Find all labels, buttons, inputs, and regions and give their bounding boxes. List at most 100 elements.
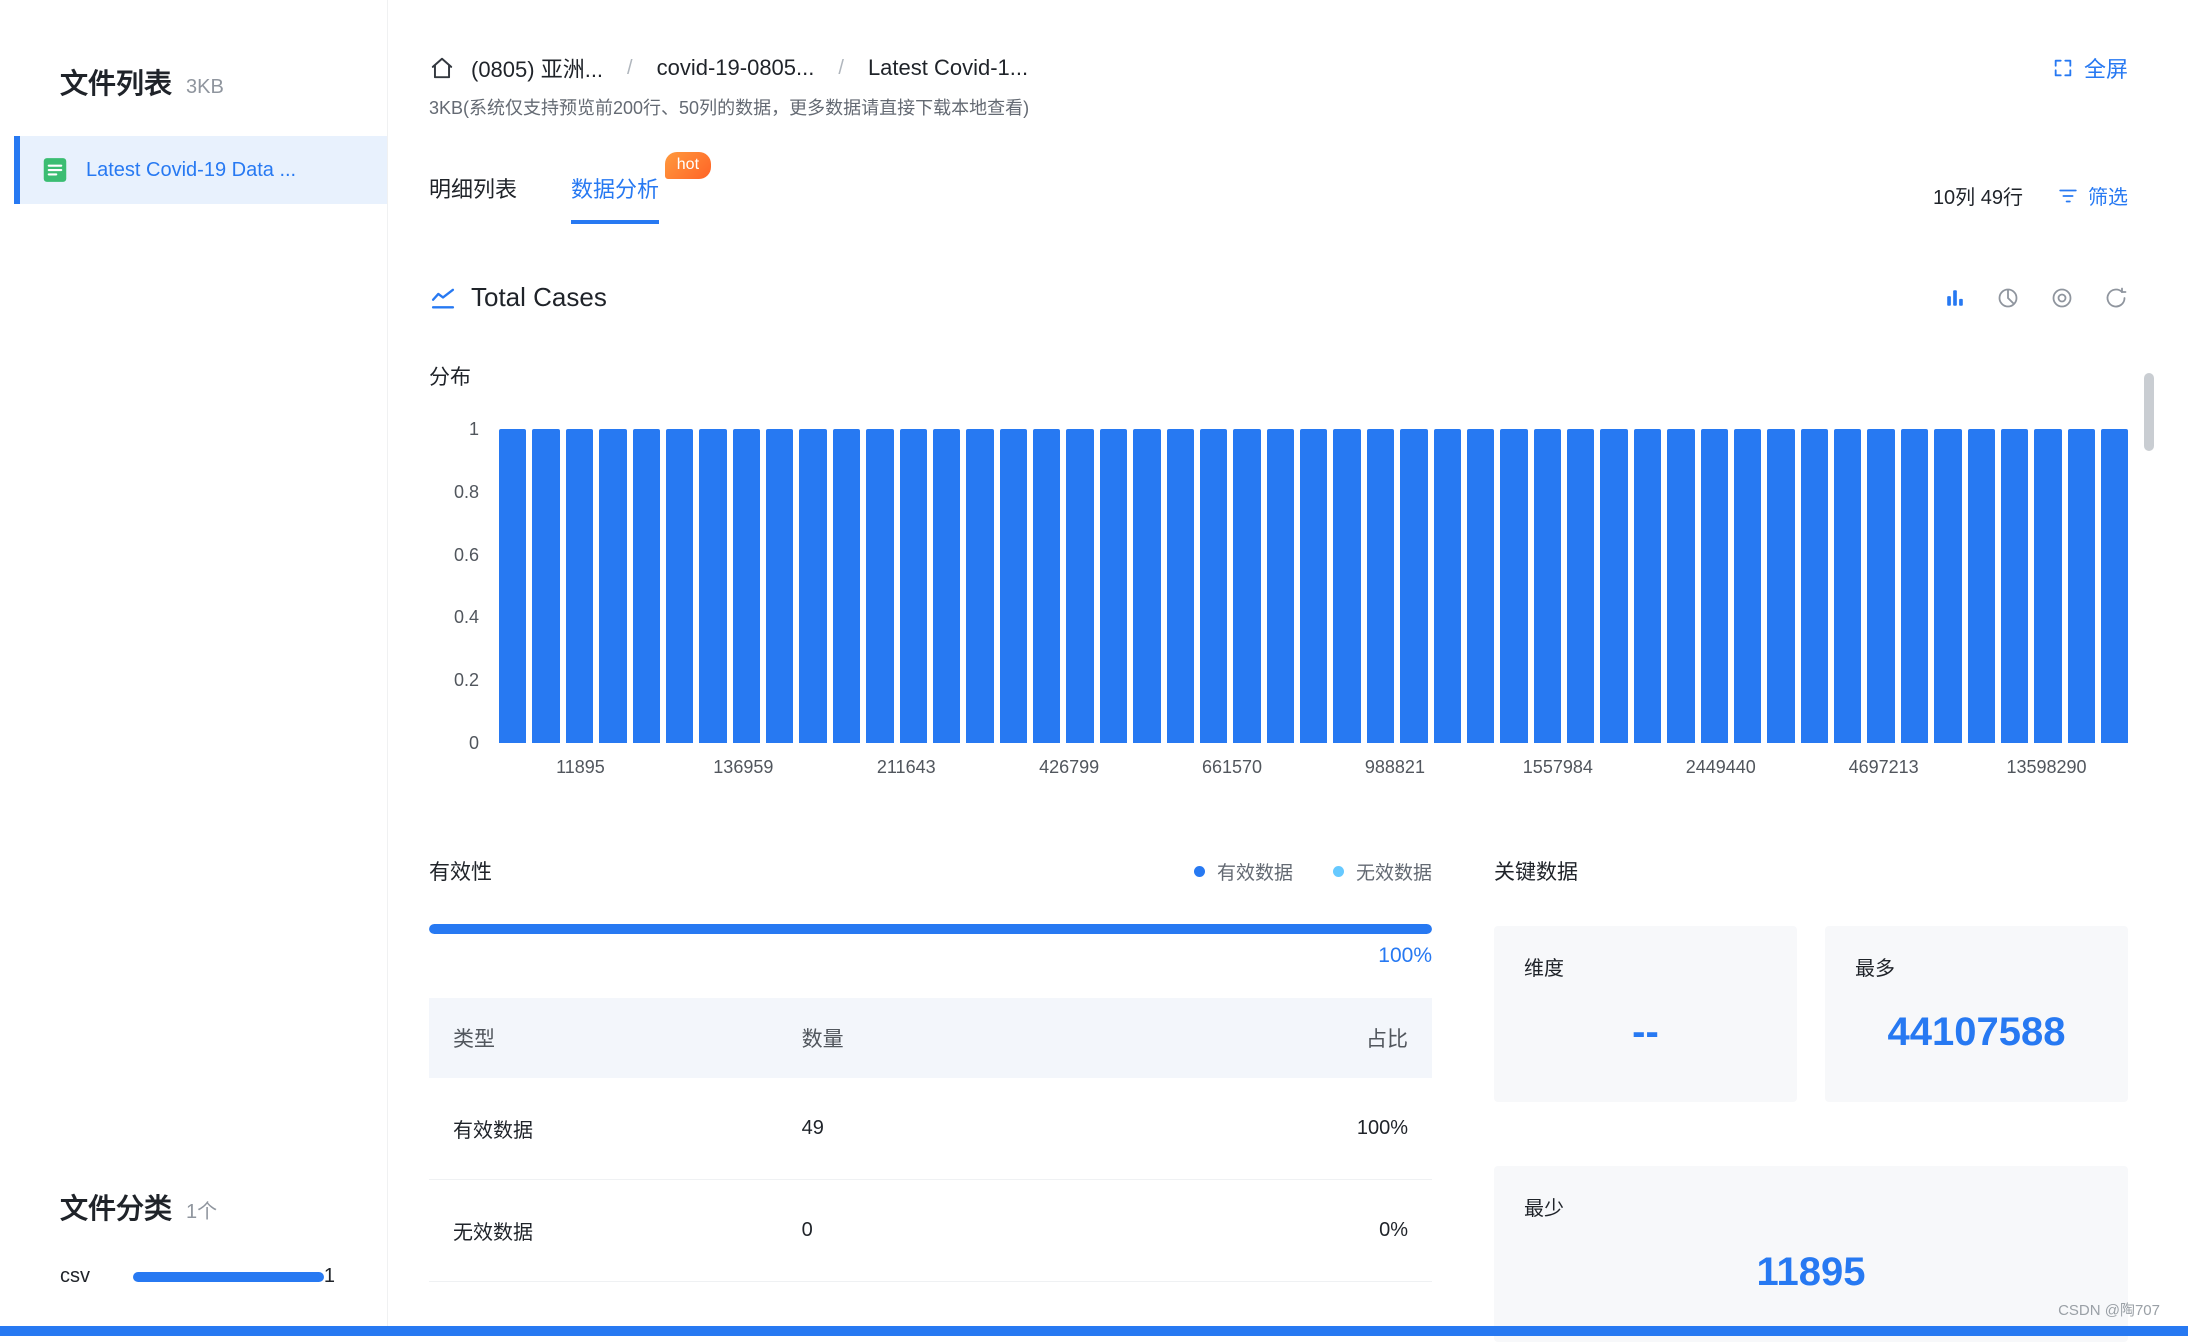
bar xyxy=(1733,429,1762,743)
bar xyxy=(932,429,961,743)
bar xyxy=(899,429,927,743)
col-percent: 占比 xyxy=(1365,1028,1408,1051)
x-tick-label: 1557984 xyxy=(1522,757,1593,777)
scrollbar-thumb[interactable] xyxy=(2144,373,2154,451)
donut-chart-type-icon[interactable] xyxy=(2050,286,2074,310)
breadcrumb: (0805) 亚洲... / covid-19-0805... / Latest… xyxy=(429,52,2128,84)
file-list-item-selected[interactable]: Latest Covid-19 Data ... xyxy=(14,136,387,204)
bar xyxy=(1934,429,1962,743)
bar xyxy=(999,429,1027,743)
watermark: CSDN @陶707 xyxy=(2058,1302,2160,1319)
file-category-header: 文件分类 1个 xyxy=(60,1187,335,1227)
bar xyxy=(499,429,527,743)
validity-progress-fill xyxy=(429,924,1432,934)
validity-progress-bar xyxy=(429,924,1432,934)
tab-detail-list[interactable]: 明细列表 xyxy=(429,172,517,224)
bar xyxy=(632,429,660,743)
bar xyxy=(1867,429,1895,743)
bar xyxy=(1900,429,1929,743)
x-tick-label: 988821 xyxy=(1364,757,1425,777)
x-tick-label: 136959 xyxy=(713,757,774,777)
rose-chart-type-icon[interactable] xyxy=(2104,286,2128,310)
min-value: 11895 xyxy=(1756,1250,1866,1294)
min-card: 最少 11895 xyxy=(1494,1166,2128,1342)
bar xyxy=(1333,429,1361,743)
table-dimensions-label: 10列 49行 xyxy=(1932,187,2023,209)
category-progress-bar xyxy=(133,1271,324,1282)
bottom-strip xyxy=(0,1326,2188,1336)
breadcrumb-item-file[interactable]: Latest Covid-1... xyxy=(868,55,1028,81)
category-row-csv[interactable]: csv 1 xyxy=(60,1265,335,1288)
pie-chart-type-icon[interactable] xyxy=(1996,286,2020,310)
x-tick-label: 4697213 xyxy=(1848,757,1919,777)
hot-badge: hot xyxy=(664,152,712,179)
category-file-count: 1 xyxy=(323,1265,335,1287)
bar xyxy=(866,429,894,743)
breadcrumb-item-folder[interactable]: (0805) 亚洲... xyxy=(471,52,603,84)
filter-button[interactable]: 筛选 xyxy=(2057,181,2128,210)
bar-chart-type-icon[interactable] xyxy=(1944,287,1966,309)
bar xyxy=(1567,429,1595,743)
y-tick-label: 0.8 xyxy=(453,481,479,502)
legend-item-invalid: 无效数据 xyxy=(1332,858,1432,885)
key-data-section: 关键数据 维度 -- 最多 44107588 最少 11895 xyxy=(1494,856,2128,1342)
bar xyxy=(2067,429,2095,743)
bar xyxy=(1533,429,1561,743)
min-label: 最少 xyxy=(1524,1198,1564,1220)
y-tick-label: 0.2 xyxy=(453,670,479,691)
home-icon[interactable] xyxy=(429,55,455,81)
col-count: 数量 xyxy=(801,1028,844,1051)
x-tick-label: 426799 xyxy=(1039,757,1100,777)
bar xyxy=(799,429,827,743)
breadcrumb-item-subfolder[interactable]: covid-19-0805... xyxy=(657,55,815,81)
max-card: 最多 44107588 xyxy=(1825,926,2128,1102)
file-category-section: 文件分类 1个 csv 1 xyxy=(0,1187,387,1336)
cell-count: 0 xyxy=(801,1219,813,1241)
bar xyxy=(665,429,694,743)
invalid-data-legend-label: 无效数据 xyxy=(1355,862,1432,884)
fullscreen-button[interactable]: 全屏 xyxy=(2052,52,2128,84)
sidebar: 文件列表 3KB Latest Covid-19 Data ... 文件分类 1… xyxy=(0,0,388,1336)
cell-type: 无效数据 xyxy=(453,1222,533,1244)
file-name: Latest Covid-19 Data ... xyxy=(86,158,297,181)
file-category-count: 1个 xyxy=(186,1201,218,1223)
validity-table: 类型 数量 占比 有效数据 49 100% 无效数据 0 0% xyxy=(429,998,1432,1282)
bar xyxy=(699,429,727,743)
cell-type: 有效数据 xyxy=(453,1120,533,1142)
bar xyxy=(1133,429,1161,743)
chart-title: Total Cases xyxy=(471,282,607,312)
tab-data-analysis[interactable]: 数据分析 hot xyxy=(571,152,712,224)
bar xyxy=(1266,429,1294,743)
tabs-right-tools: 10列 49行 筛选 xyxy=(1933,181,2128,224)
main-panel: (0805) 亚洲... / covid-19-0805... / Latest… xyxy=(388,0,2188,1342)
bar xyxy=(2034,429,2062,743)
cell-count: 49 xyxy=(801,1117,824,1139)
bar xyxy=(1400,429,1428,743)
bar xyxy=(1433,429,1461,743)
bar xyxy=(1199,429,1228,743)
legend-item-valid: 有效数据 xyxy=(1193,858,1293,885)
filter-label: 筛选 xyxy=(2088,187,2128,209)
lower-section: 有效性 有效数据 无效数据 100% 类型 数量 占比 有效数据 49 100%… xyxy=(429,856,2128,1342)
validity-header: 有效性 有效数据 无效数据 xyxy=(429,856,1432,886)
dimension-card: 维度 -- xyxy=(1494,926,1797,1102)
bar xyxy=(966,429,994,743)
bar xyxy=(1166,429,1194,743)
file-category-title: 文件分类 xyxy=(60,1193,173,1224)
x-tick-label: 13598290 xyxy=(2006,757,2087,777)
app: 文件列表 3KB Latest Covid-19 Data ... 文件分类 1… xyxy=(0,0,2188,1342)
y-tick-label: 0 xyxy=(468,732,479,753)
x-tick-label: 211643 xyxy=(876,757,936,777)
bar xyxy=(1700,429,1728,743)
bar xyxy=(1834,429,1862,743)
bar xyxy=(1667,429,1695,743)
chart-section: Total Cases 分布 1 0.8 0.6 0.4 0.2 0 11895… xyxy=(429,282,2129,778)
valid-data-dot-icon xyxy=(1193,865,1205,877)
bar xyxy=(599,429,627,743)
bar xyxy=(1099,429,1128,743)
cell-percent: 100% xyxy=(1356,1117,1408,1139)
dimension-value: -- xyxy=(1632,1010,1659,1054)
chart-type-switcher xyxy=(1944,286,2128,310)
distribution-label: 分布 xyxy=(429,366,471,389)
bar xyxy=(1300,429,1328,743)
